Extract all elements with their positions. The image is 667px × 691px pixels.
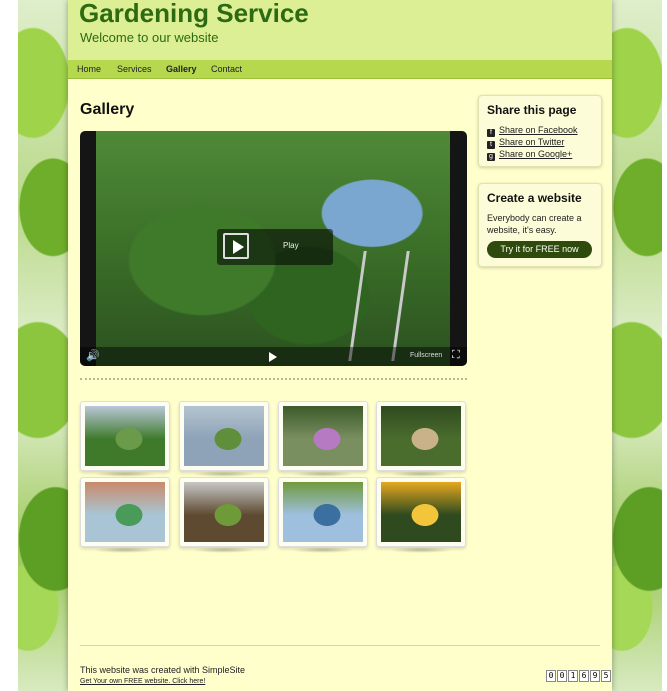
window-right-edge	[662, 0, 667, 691]
share-google-link[interactable]: g Share on Google+	[487, 149, 572, 161]
facebook-icon: f	[487, 129, 495, 137]
play-overlay-button[interactable]: Play	[217, 229, 333, 265]
lawn-mower-thumb	[283, 482, 363, 542]
video-controls: 🔊 Fullscreen ⛶	[80, 347, 467, 366]
yellow-rose-thumb	[381, 482, 461, 542]
create-website-box: Create a website Everybody can create a …	[478, 183, 602, 267]
ladder-graphic	[348, 251, 410, 361]
gallery-thumbnail[interactable]	[80, 477, 170, 553]
gallery-thumbnail[interactable]	[278, 401, 368, 477]
truck-in-garden-thumb	[184, 406, 264, 466]
gallery-thumbnail[interactable]	[376, 401, 466, 477]
share-google-label: Share on Google+	[499, 149, 573, 159]
counter-digit: 1	[568, 670, 578, 682]
play-icon	[223, 233, 249, 259]
gallery-thumbnail[interactable]	[278, 477, 368, 553]
share-twitter-label: Share on Twitter	[499, 137, 565, 147]
main-nav: Home Services Gallery Contact	[68, 60, 612, 79]
counter-digit: 0	[546, 670, 556, 682]
try-free-button[interactable]: Try it for FREE now	[487, 241, 592, 258]
google-plus-icon: g	[487, 153, 495, 161]
counter-digit: 5	[601, 670, 611, 682]
nav-item-gallery[interactable]: Gallery	[166, 64, 197, 74]
site-header: Gardening Service Welcome to our website	[68, 0, 612, 60]
counter-digit: 6	[579, 670, 589, 682]
share-facebook-label: Share on Facebook	[499, 125, 578, 135]
gallery-thumbnail[interactable]	[179, 401, 269, 477]
watering-hose-thumb	[85, 482, 165, 542]
fullscreen-label[interactable]: Fullscreen	[410, 352, 442, 359]
share-twitter-link[interactable]: t Share on Twitter	[487, 137, 564, 149]
gallery-thumbnail[interactable]	[179, 477, 269, 553]
gallery-thumbnail[interactable]	[80, 401, 170, 477]
share-facebook-link[interactable]: f Share on Facebook	[487, 125, 578, 137]
share-box: Share this page f Share on Facebook t Shar…	[478, 95, 602, 167]
site-slogan: Welcome to our website	[80, 30, 219, 45]
play-label: Play	[283, 241, 299, 250]
leaf-background-right	[612, 0, 662, 691]
nav-item-services[interactable]: Services	[117, 64, 152, 74]
nav-item-contact[interactable]: Contact	[211, 64, 242, 74]
twitter-icon: t	[487, 141, 495, 149]
gloved-hand-pruning-thumb	[381, 406, 461, 466]
counter-digit: 0	[557, 670, 567, 682]
footer-link[interactable]: Get Your own FREE website. Click here!	[80, 678, 205, 685]
counter-digit: 9	[590, 670, 600, 682]
volume-icon[interactable]: 🔊	[86, 349, 100, 362]
window-left-edge	[0, 0, 18, 691]
page-container: Gardening Service Welcome to our website…	[68, 0, 612, 691]
nav-item-home[interactable]: Home	[77, 64, 101, 74]
gallery-divider	[80, 378, 467, 380]
man-trimming-hedge-thumb	[85, 406, 165, 466]
site-title[interactable]: Gardening Service	[79, 0, 309, 29]
page-title: Gallery	[80, 101, 135, 118]
share-title: Share this page	[487, 103, 577, 117]
create-title: Create a website	[487, 191, 582, 205]
leaf-background-left	[18, 0, 68, 691]
footer-divider	[80, 645, 600, 646]
video-player[interactable]: Play 🔊 Fullscreen ⛶	[80, 131, 467, 366]
play-control-icon[interactable]	[269, 352, 277, 362]
purple-flower-thumb	[283, 406, 363, 466]
footer-text: This website was created with SimpleSite	[80, 665, 246, 675]
visitor-counter: 001695	[546, 665, 612, 683]
fullscreen-icon[interactable]: ⛶	[452, 349, 460, 362]
digging-shovel-thumb	[184, 482, 264, 542]
create-text: Everybody can create a website, it's eas…	[487, 213, 582, 235]
gallery-thumbnail[interactable]	[376, 477, 466, 553]
